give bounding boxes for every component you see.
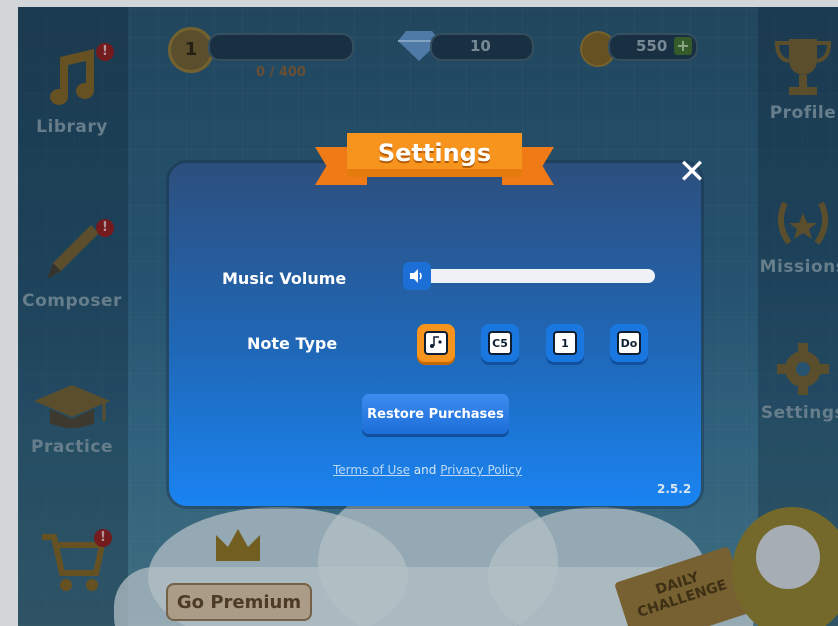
music-volume-slider[interactable] bbox=[412, 269, 655, 283]
terms-of-use-link[interactable]: Terms of Use bbox=[333, 463, 410, 477]
note-type-solfege-button[interactable]: Do bbox=[610, 324, 648, 362]
note-type-notes-tile bbox=[424, 331, 448, 355]
speaker-icon bbox=[410, 269, 422, 283]
version-text: 2.5.2 bbox=[657, 482, 692, 496]
note-type-c5-button[interactable]: C5 bbox=[481, 324, 519, 362]
restore-purchases-label: Restore Purchases bbox=[367, 406, 504, 422]
music-volume-label: Music Volume bbox=[222, 269, 347, 288]
and-text: and bbox=[413, 463, 437, 477]
note-type-number-label: 1 bbox=[553, 331, 577, 355]
note-type-solfege-label: Do bbox=[617, 331, 641, 355]
note-icon bbox=[430, 336, 442, 348]
restore-purchases-button[interactable]: Restore Purchases bbox=[362, 394, 509, 434]
note-type-label: Note Type bbox=[247, 334, 338, 353]
note-type-c5-label: C5 bbox=[488, 331, 512, 355]
note-type-number-button[interactable]: 1 bbox=[546, 324, 584, 362]
privacy-policy-link[interactable]: Privacy Policy bbox=[440, 463, 522, 477]
title-ribbon-banner: Settings bbox=[347, 133, 522, 177]
legal-footer: Terms of Use and Privacy Policy bbox=[333, 463, 522, 477]
dialog-title: Settings bbox=[377, 139, 492, 167]
close-icon: ✕ bbox=[677, 152, 707, 192]
note-type-notes-button[interactable] bbox=[417, 324, 455, 362]
close-button[interactable]: ✕ bbox=[675, 155, 709, 189]
volume-slider-handle[interactable] bbox=[403, 262, 431, 290]
